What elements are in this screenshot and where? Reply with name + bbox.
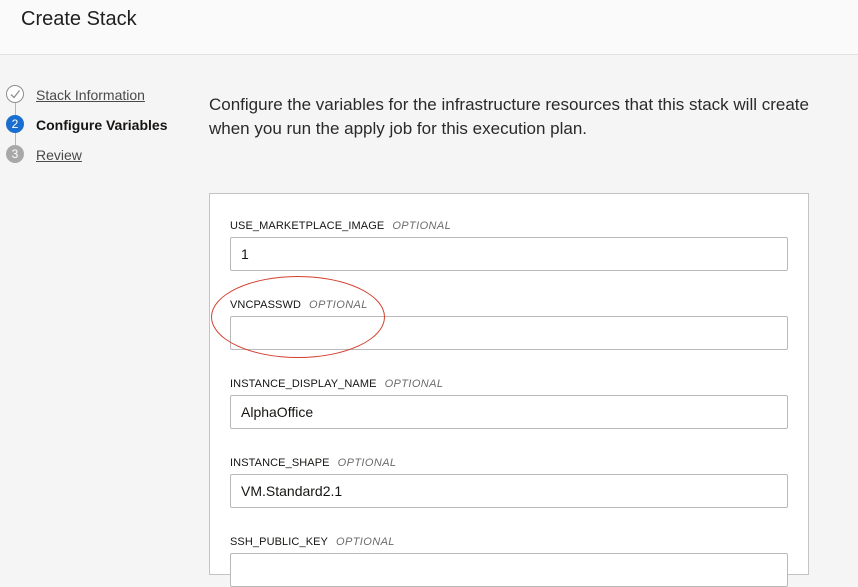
vncpasswd-input[interactable] bbox=[230, 316, 788, 350]
page-title: Create Stack bbox=[21, 8, 137, 30]
field-ssh-public-key: SSH_PUBLIC_KEY OPTIONAL bbox=[230, 532, 788, 587]
optional-tag: OPTIONAL bbox=[336, 536, 395, 548]
step-configure-variables: 2 Configure Variables bbox=[6, 115, 196, 135]
field-label: INSTANCE_DISPLAY_NAME bbox=[230, 378, 377, 390]
field-label: SSH_PUBLIC_KEY bbox=[230, 536, 328, 548]
intro-text: Configure the variables for the infrastr… bbox=[209, 95, 809, 138]
step-label[interactable]: Stack Information bbox=[36, 87, 145, 103]
step-review[interactable]: 3 Review bbox=[6, 145, 196, 165]
field-label: INSTANCE_SHAPE bbox=[230, 457, 330, 469]
field-vncpasswd: VNCPASSWD OPTIONAL bbox=[230, 295, 788, 350]
optional-tag: OPTIONAL bbox=[384, 378, 444, 390]
field-instance-display-name: INSTANCE_DISPLAY_NAME OPTIONAL bbox=[230, 374, 788, 429]
step-number: 3 bbox=[6, 145, 24, 163]
optional-tag: OPTIONAL bbox=[308, 299, 368, 311]
optional-tag: OPTIONAL bbox=[392, 220, 452, 232]
field-instance-shape: INSTANCE_SHAPE OPTIONAL bbox=[230, 453, 788, 508]
ssh-public-key-input[interactable] bbox=[230, 553, 788, 587]
field-label: VNCPASSWD bbox=[230, 299, 301, 311]
checkmark-icon bbox=[6, 85, 24, 103]
instance-shape-input[interactable] bbox=[230, 474, 788, 508]
variables-panel: USE_MARKETPLACE_IMAGE OPTIONAL VNCPASSWD O… bbox=[209, 193, 809, 587]
page-header: Create Stack bbox=[0, 0, 858, 55]
use-marketplace-image-input[interactable] bbox=[230, 237, 788, 271]
instance-display-name-input[interactable] bbox=[230, 395, 788, 429]
step-label: Configure Variables bbox=[36, 117, 168, 133]
optional-tag: OPTIONAL bbox=[337, 457, 397, 469]
step-number: 2 bbox=[6, 115, 24, 133]
step-stack-information[interactable]: Stack Information bbox=[6, 85, 196, 105]
step-label[interactable]: Review bbox=[36, 147, 82, 163]
field-use-marketplace-image: USE_MARKETPLACE_IMAGE OPTIONAL bbox=[230, 216, 788, 271]
field-label: USE_MARKETPLACE_IMAGE bbox=[230, 220, 385, 232]
